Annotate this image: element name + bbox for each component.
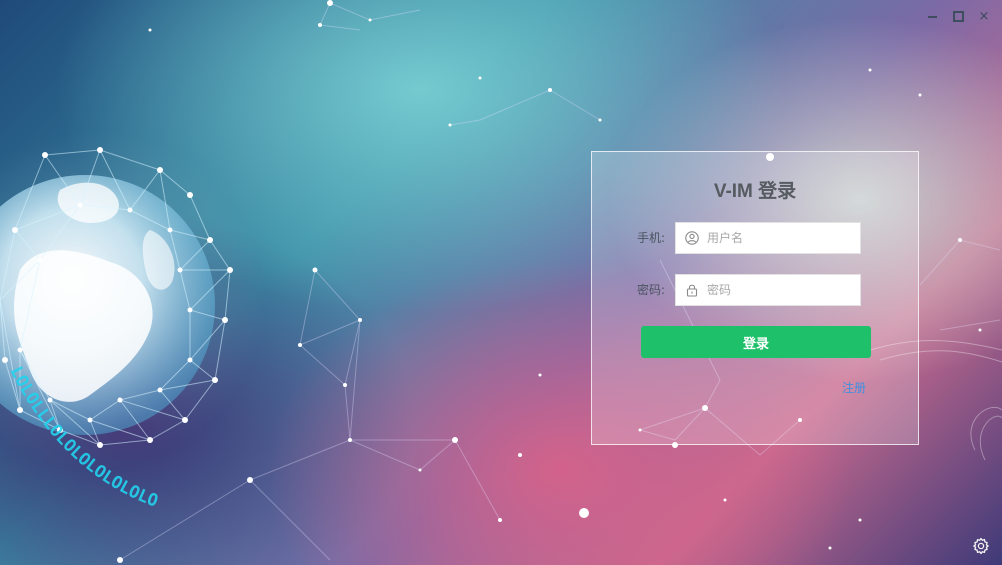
window-controls: × <box>924 8 992 24</box>
login-panel: V-IM 登录 手机: 密码: <box>591 151 919 445</box>
lock-icon <box>686 284 698 297</box>
maximize-icon[interactable] <box>950 8 966 24</box>
gear-icon[interactable] <box>972 537 990 555</box>
phone-row: 手机: <box>592 222 918 254</box>
login-window: LOLOLLLOLOLOLOLOLOLO × V-IM 登录 手机: 用户名 密… <box>0 0 1002 565</box>
password-input[interactable] <box>707 275 855 305</box>
minimize-icon[interactable] <box>924 8 940 24</box>
password-label: 密码: <box>637 283 666 297</box>
password-field[interactable] <box>675 274 861 306</box>
user-icon <box>685 231 699 245</box>
close-icon[interactable]: × <box>976 8 992 24</box>
login-title: V-IM 登录 <box>713 181 797 202</box>
phone-input[interactable] <box>707 223 855 253</box>
password-row: 密码: <box>592 274 918 306</box>
login-button[interactable]: 登录 <box>641 326 871 358</box>
register-link[interactable]: 注册 <box>842 379 866 396</box>
phone-label: 手机: <box>637 231 666 245</box>
phone-field[interactable] <box>675 222 861 254</box>
